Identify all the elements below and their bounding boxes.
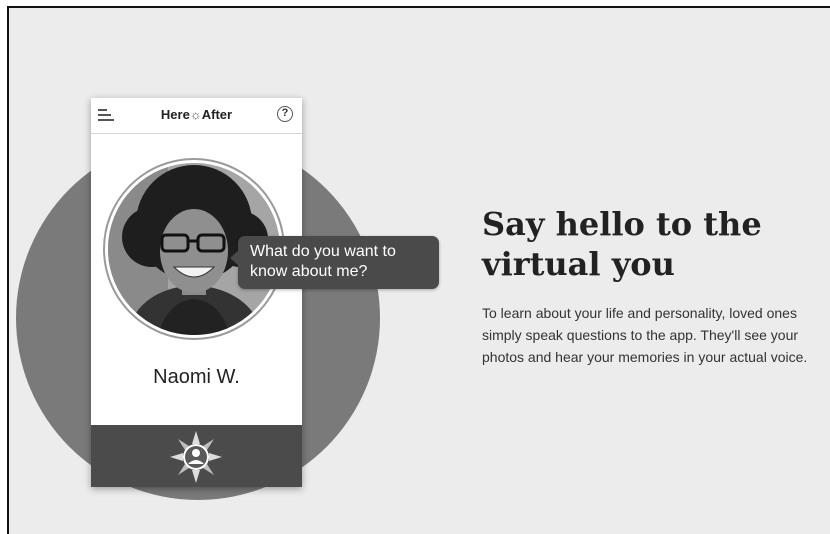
app-title: Here☼After [91,107,302,122]
help-icon[interactable]: ? [277,106,293,122]
sun-icon: ☼ [189,107,202,122]
hero-headline: Say hello to the virtual you [482,205,762,283]
hero-body-text: To learn about your life and personality… [482,305,808,365]
compass-icon[interactable] [169,430,223,484]
page-frame: Here☼After ? Naomi W. What do you want t… [7,6,830,534]
app-title-right: After [201,107,233,122]
app-footer [91,425,302,487]
phone-mockup: Here☼After ? Naomi W. [91,98,302,487]
app-title-left: Here [160,107,190,122]
speech-bubble: What do you want to know about me? [230,236,439,289]
app-header: Here☼After ? [91,98,302,134]
profile-name: Naomi W. [153,366,240,388]
